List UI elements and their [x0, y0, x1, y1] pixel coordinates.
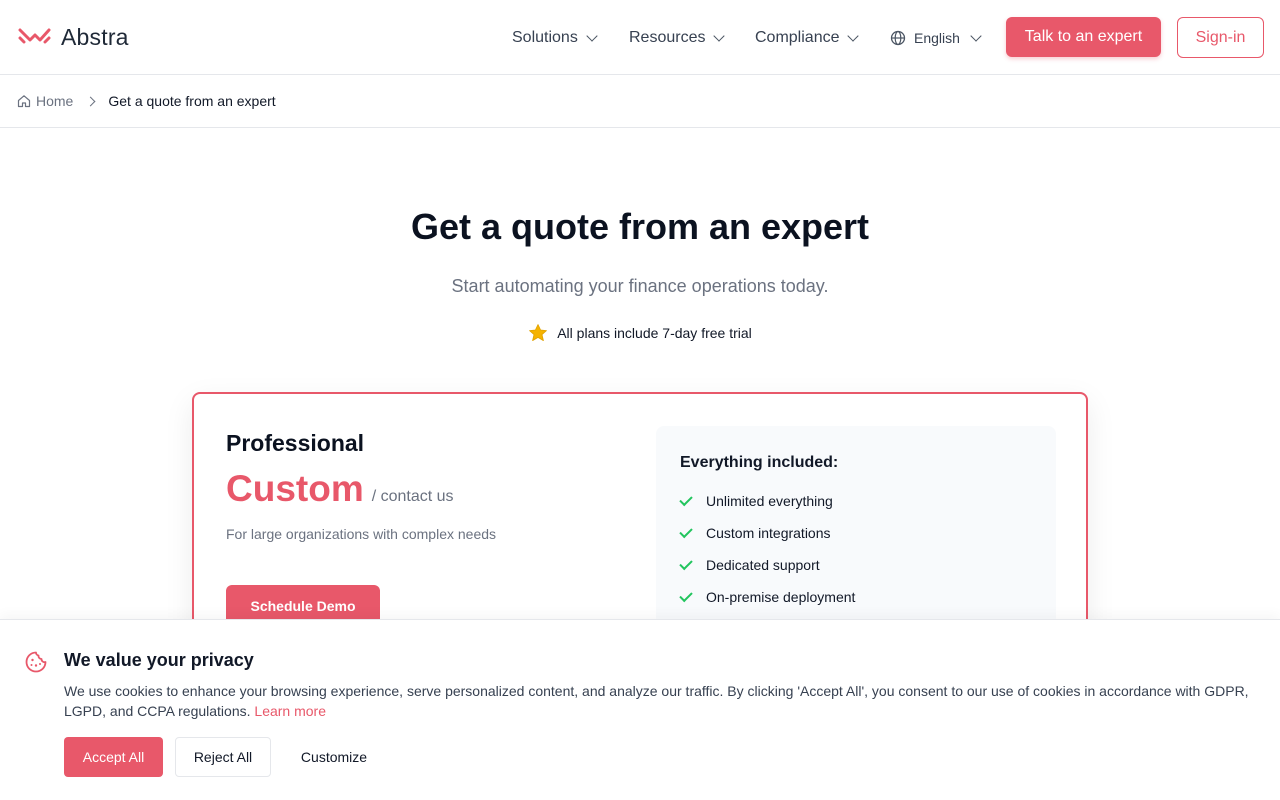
price-row: Custom / contact us [226, 468, 454, 510]
plan-name: Professional [226, 430, 365, 456]
chevron-down-icon [970, 29, 982, 42]
nav-resources[interactable]: Resources [629, 0, 726, 75]
check-icon [679, 524, 693, 538]
check-icon [679, 588, 693, 602]
reject-all-button[interactable]: Reject All [175, 737, 271, 777]
customize-button[interactable]: Customize [283, 737, 385, 777]
feature-label: Dedicated support [706, 557, 820, 573]
accept-all-button[interactable]: Accept All [64, 737, 163, 777]
cookie-icon [25, 651, 47, 673]
site-header: Abstra Solutions Resources Compliance En… [0, 0, 1280, 75]
feature-item: Dedicated support [679, 549, 1032, 581]
breadcrumb: Home Get a quote from an expert [0, 75, 1280, 128]
chevron-right-icon [85, 96, 96, 106]
plan-description: For large organizations with complex nee… [226, 526, 497, 542]
cookie-banner: We value your privacy We use cookies to … [0, 619, 1280, 800]
nav-resources-label: Resources [629, 28, 706, 46]
nav-solutions[interactable]: Solutions [512, 0, 598, 75]
cookie-title: We value your privacy [64, 650, 254, 670]
feature-label: Unlimited everything [706, 493, 833, 509]
feature-item: Custom integrations [679, 517, 1032, 549]
feature-label: Custom integrations [706, 525, 831, 541]
star-icon [529, 324, 548, 341]
breadcrumb-home-label: Home [36, 93, 74, 109]
page-title: Get a quote from an expert [410, 206, 870, 247]
plan-price: Custom [226, 468, 364, 509]
brand-logo[interactable]: Abstra [18, 24, 129, 51]
feature-item: On-premise deployment [679, 581, 1032, 613]
nav-compliance-label: Compliance [755, 28, 840, 46]
brand-name: Abstra [61, 24, 129, 50]
globe-icon [890, 30, 906, 45]
language-selector[interactable]: English [890, 0, 982, 75]
trial-note: All plans include 7-day free trial [0, 323, 1280, 343]
feature-item: Unlimited everything [679, 485, 1032, 517]
trial-note-text: All plans include 7-day free trial [557, 325, 752, 341]
sign-in-button[interactable]: Sign-in [1177, 17, 1264, 58]
abstra-logo-icon [18, 28, 51, 43]
chevron-down-icon [586, 29, 598, 42]
breadcrumb-home[interactable]: Home [17, 93, 73, 109]
chevron-down-icon [713, 29, 726, 42]
nav-compliance[interactable]: Compliance [755, 0, 860, 75]
feature-label: On-premise deployment [706, 589, 856, 605]
home-icon [17, 95, 31, 108]
features-title: Everything included: [680, 454, 839, 471]
check-icon [679, 492, 693, 506]
cookie-description: We use cookies to enhance your browsing … [64, 681, 1264, 721]
cookie-text: We use cookies to enhance your browsing … [64, 683, 1249, 719]
language-label: English [914, 29, 960, 46]
talk-to-expert-button[interactable]: Talk to an expert [1006, 17, 1161, 57]
page-subtitle: Start automating your finance operations… [451, 276, 829, 296]
chevron-down-icon [847, 29, 860, 42]
plan-price-unit: / contact us [371, 488, 454, 505]
breadcrumb-current: Get a quote from an expert [108, 93, 276, 109]
nav-solutions-label: Solutions [512, 28, 578, 46]
check-icon [679, 556, 693, 570]
learn-more-link[interactable]: Learn more [254, 703, 326, 719]
